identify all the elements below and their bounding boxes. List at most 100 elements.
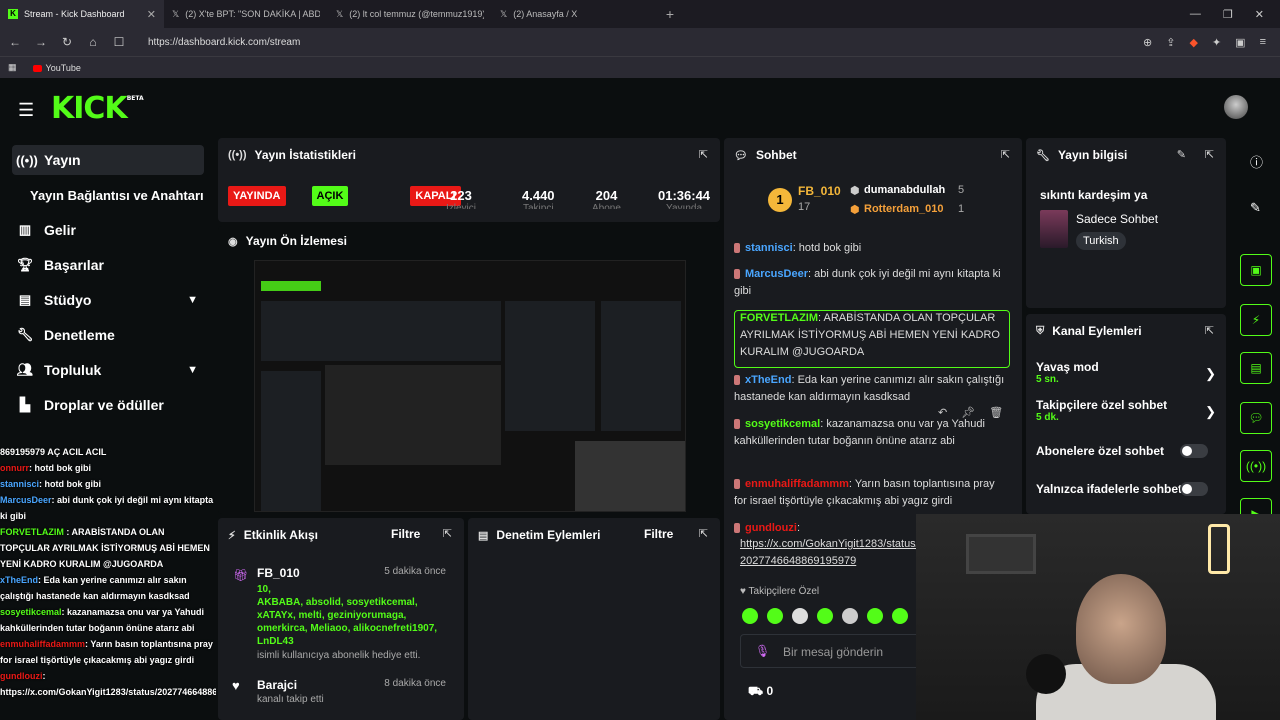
popout-icon[interactable]: ⇱ <box>699 148 708 161</box>
overlay-chat-line: xTheEnd: Eda kan yerine canımızı alır sa… <box>0 572 216 604</box>
pencil-icon[interactable]: ✎ <box>1250 200 1261 216</box>
gifter-3-name[interactable]: Rotterdam_010 <box>864 203 943 215</box>
studio-icon: ▤ <box>18 292 32 307</box>
sidebar-item-studyo[interactable]: ▤ Stüdyo ▼ <box>12 285 204 315</box>
emote[interactable] <box>792 608 808 624</box>
chat-username[interactable]: FORVETLAZIM <box>740 312 818 324</box>
overlay-chat-user: stannisci <box>0 479 40 489</box>
emote[interactable] <box>842 608 858 624</box>
close-window-icon[interactable]: ✕ <box>1255 8 1264 21</box>
home-icon[interactable]: ⌂ <box>86 35 100 49</box>
hamburger-menu-icon[interactable]: ☰ <box>18 100 34 121</box>
edit-icon[interactable]: ✎ <box>1177 148 1186 161</box>
sidebar-item-topluluk[interactable]: 👥︎ Topluluk ▼ <box>12 355 204 385</box>
chat-message[interactable]: xTheEnd: Eda kan yerine canımızı alır sa… <box>734 372 1009 406</box>
document-icon: ▤ <box>478 529 489 542</box>
stream-title: sıkıntı kardeşim ya <box>1040 188 1148 202</box>
chat-message[interactable]: MarcusDeer: abi dunk çok iyi değil mi ay… <box>734 266 1009 300</box>
overlay-chat: 869195979 AÇ ACIL ACIL onnurr: hotd bok g… <box>0 444 216 720</box>
shield-icon: ⛨ <box>1036 324 1045 337</box>
menu-icon[interactable]: ≡ <box>1260 36 1266 49</box>
trash-icon[interactable]: 🗑︎ <box>989 406 1003 419</box>
bookmark-icon[interactable]: ☐ <box>112 35 126 49</box>
kick-logo[interactable]: KICKBETA <box>51 91 144 126</box>
zoom-icon[interactable]: ⊕ <box>1143 36 1152 49</box>
broadcast-icon[interactable]: ((•)) <box>1240 450 1272 482</box>
chat-message[interactable]: sosyetikcemal: kazanamazsa onu var ya Ya… <box>734 416 1009 450</box>
reload-icon[interactable]: ↻ <box>60 35 74 49</box>
category-name[interactable]: Sadece Sohbet <box>1076 212 1158 226</box>
chat-username[interactable]: stannisci <box>745 242 793 254</box>
reply-icon[interactable]: ↶ <box>938 406 947 419</box>
slow-mode-row[interactable]: Yavaş mod 5 sn. ❯ <box>1036 360 1220 390</box>
chat-username[interactable]: xTheEnd <box>745 374 791 386</box>
gifter-2-name[interactable]: dumanabdullah <box>864 184 945 196</box>
apps-grid-icon[interactable]: ▦ <box>8 62 17 73</box>
popout-icon[interactable]: ⇱ <box>1205 148 1214 161</box>
emote[interactable] <box>767 608 783 624</box>
chat-link[interactable]: https://x.com/GokanYigit1283/status/2027… <box>740 536 920 570</box>
overlay-chat-user: MarcusDeer <box>0 495 52 505</box>
url-input[interactable]: https://dashboard.kick.com/stream <box>148 37 1131 48</box>
brave-shield-icon[interactable]: ◆ <box>1189 36 1197 49</box>
chat-message[interactable]: FORVETLAZIM: ARABİSTANDA OLAN TOPÇULAR A… <box>740 310 1006 361</box>
gift-count: 10, <box>257 584 271 595</box>
browser-tab-x2[interactable]: 𝕏 (2) lt col temmuz (@temmuz1919) / X <box>328 0 492 28</box>
followers-only-row[interactable]: Takipçilere özel sohbet 5 dk. ❯ <box>1036 398 1220 428</box>
chat-username[interactable]: enmuhaliffadammm <box>745 478 849 490</box>
close-icon[interactable]: ✕ <box>147 8 156 21</box>
capture-icon[interactable]: ▣ <box>1240 254 1272 286</box>
subscribers-only-toggle[interactable] <box>1180 444 1208 458</box>
share-icon[interactable]: ⇪ <box>1166 36 1175 49</box>
emote[interactable] <box>867 608 883 624</box>
emote[interactable] <box>817 608 833 624</box>
chat-message[interactable]: stannisci: hotd bok gibi <box>734 240 1009 257</box>
emote[interactable] <box>742 608 758 624</box>
chat-username[interactable]: gundlouzi <box>745 522 797 534</box>
maximize-icon[interactable]: ❐ <box>1223 8 1233 21</box>
emotes-only-toggle[interactable] <box>1180 482 1208 496</box>
chat-bubble-icon[interactable]: 💬︎ <box>1240 402 1272 434</box>
sidebar-item-stream-key[interactable]: Yayın Bağlantısı ve Anahtarı <box>26 180 216 210</box>
extensions-icon[interactable]: ✦ <box>1212 36 1221 49</box>
popout-icon[interactable]: ⇱ <box>1001 148 1010 161</box>
sub-count: 204 Abone <box>592 188 621 209</box>
chat-username[interactable]: sosyetikcemal <box>745 418 820 430</box>
document-icon[interactable]: ▤ <box>1240 352 1272 384</box>
channel-actions-panel: ⛨ Kanal Eylemleri ⇱ Yavaş mod 5 sn. ❯ Tak… <box>1026 314 1226 514</box>
chevron-right-icon: ❯ <box>1205 366 1216 381</box>
browser-tab-x1[interactable]: 𝕏 (2) X'te BPT: "SON DAKİKA | ABD Baş <box>164 0 328 28</box>
popout-icon[interactable]: ⇱ <box>1205 324 1214 337</box>
popout-icon[interactable]: ⇱ <box>443 527 452 540</box>
wallet-icon[interactable]: ▣ <box>1235 36 1245 49</box>
back-icon[interactable]: ← <box>8 35 22 49</box>
browser-tab-kick[interactable]: K Stream - Kick Dashboard ✕ <box>0 0 164 28</box>
subscribers-only-row: Abonelere özel sohbet <box>1036 444 1220 462</box>
bolt-icon[interactable]: ⚡︎ <box>1240 304 1272 336</box>
sidebar-item-basarilar[interactable]: 🏆︎ Başarılar <box>12 250 204 280</box>
chevron-right-icon: ❯ <box>1205 404 1216 419</box>
popout-icon[interactable]: ⇱ <box>699 527 708 540</box>
points-counter[interactable]: ⛟ 0 <box>748 684 773 700</box>
new-tab-button[interactable]: + <box>656 6 684 22</box>
sidebar-item-denetleme[interactable]: 🔧︎ Denetleme <box>12 320 204 350</box>
moderation-filter-button[interactable]: Filtre <box>644 527 673 541</box>
sidebar-item-droplar[interactable]: ▙ Droplar ve ödüller <box>12 390 204 420</box>
overlay-chat-line: 869195979 AÇ ACIL ACIL <box>0 444 216 460</box>
chat-username[interactable]: MarcusDeer <box>745 268 808 280</box>
overlay-chat-line: onnurr: hotd bok gibi <box>0 460 216 476</box>
sidebar-item-yayin[interactable]: ((•)) Yayın <box>12 145 204 175</box>
pin-icon[interactable]: 📌︎ <box>961 406 975 419</box>
sidebar-item-gelir[interactable]: ▥ Gelir <box>12 215 204 245</box>
info-icon[interactable]: ⓘ <box>1250 152 1263 171</box>
emote[interactable] <box>892 608 908 624</box>
top-gifter-name[interactable]: FB_010 <box>798 184 841 198</box>
open-badge[interactable]: AÇIK <box>311 186 349 206</box>
bookmark-youtube[interactable]: YouTube <box>32 63 81 73</box>
chat-message[interactable]: enmuhaliffadammm: Yarın basın toplantısı… <box>734 476 1009 510</box>
browser-tab-x3[interactable]: 𝕏 (2) Anasayfa / X <box>492 0 656 28</box>
minimize-icon[interactable]: — <box>1190 8 1201 21</box>
forward-icon[interactable]: → <box>34 35 48 49</box>
avatar[interactable] <box>1224 95 1248 119</box>
activity-filter-button[interactable]: Filtre <box>391 527 420 541</box>
